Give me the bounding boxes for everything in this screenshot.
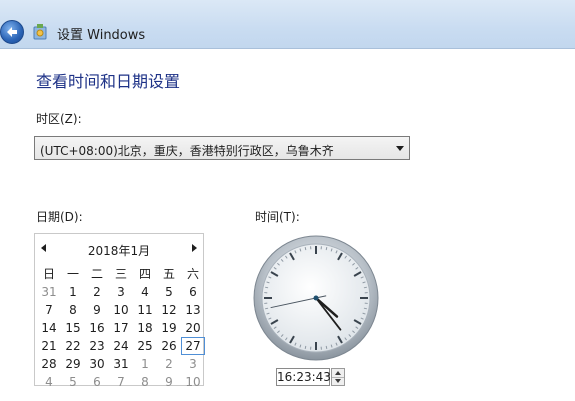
calendar-day[interactable]: 6 [181, 283, 205, 301]
calendar-day[interactable]: 4 [133, 283, 157, 301]
date-label: 日期(D): [36, 210, 83, 224]
calendar-day[interactable]: 15 [61, 319, 85, 337]
calendar-month-title[interactable]: 2018年1月 [35, 242, 203, 259]
clock-minute-tick [265, 307, 269, 310]
calendar-day[interactable]: 5 [61, 373, 85, 391]
calendar: 2018年1月 日一二三四五六 31 1 2 3 4 5 6 7 8 9 10 11 12 13 14 15 16… [34, 233, 205, 389]
clock-minute-tick [363, 286, 367, 289]
setup-icon [33, 24, 47, 40]
calendar-day[interactable]: 10 [181, 373, 205, 391]
calendar-day[interactable]: 5 [157, 283, 181, 301]
calendar-header: 2018年1月 [35, 234, 203, 260]
calendar-day[interactable]: 9 [85, 301, 109, 319]
calendar-day[interactable]: 14 [37, 319, 61, 337]
calendar-day[interactable]: 2 [85, 283, 109, 301]
clock-minute-tick [363, 307, 367, 310]
spin-up-icon[interactable] [335, 371, 341, 375]
calendar-day[interactable]: 12 [157, 301, 181, 319]
spinner-divider [332, 377, 344, 378]
weekday-header: 三 [114, 267, 127, 281]
calendar-day[interactable]: 30 [85, 355, 109, 373]
calendar-day[interactable]: 24 [109, 337, 133, 355]
timezone-label: 时区(Z): [36, 112, 82, 126]
clock-minute-tick [304, 247, 307, 251]
window-title: 设置 Windows [57, 28, 146, 43]
calendar-day[interactable]: 1 [61, 283, 85, 301]
calendar-day[interactable]: 10 [109, 301, 133, 319]
clock-minute-tick [325, 247, 328, 251]
calendar-day[interactable]: 2 [157, 355, 181, 373]
calendar-day[interactable]: 22 [61, 337, 85, 355]
calendar-day-selected[interactable]: 27 [181, 337, 205, 355]
calendar-day[interactable]: 31 [109, 355, 133, 373]
calendar-day[interactable]: 6 [85, 373, 109, 391]
clock-center [313, 295, 319, 301]
weekday-header: 六 [186, 267, 199, 281]
calendar-day[interactable]: 8 [133, 373, 157, 391]
calendar-day[interactable]: 25 [133, 337, 157, 355]
timezone-select[interactable]: (UTC+08:00)北京，重庆，香港特别行政区，乌鲁木齐 [34, 136, 410, 160]
back-arrow-icon [7, 27, 17, 37]
calendar-day[interactable]: 7 [37, 301, 61, 319]
calendar-day[interactable]: 3 [181, 355, 205, 373]
calendar-day[interactable]: 19 [157, 319, 181, 337]
calendar-day[interactable]: 31 [37, 283, 61, 301]
time-input[interactable]: 16:23:43 [276, 368, 331, 386]
calendar-day[interactable]: 23 [85, 337, 109, 355]
weekday-header: 五 [162, 267, 175, 281]
analog-clock [253, 235, 379, 361]
calendar-day[interactable]: 4 [37, 373, 61, 391]
weekday-header: 一 [66, 267, 79, 281]
calendar-day[interactable]: 17 [109, 319, 133, 337]
weekday-header: 四 [138, 267, 151, 281]
chevron-down-icon [396, 146, 404, 151]
calendar-day[interactable]: 3 [109, 283, 133, 301]
spin-down-icon[interactable] [335, 379, 341, 383]
clock-minute-tick [304, 345, 307, 349]
calendar-day[interactable]: 1 [133, 355, 157, 373]
next-month-icon[interactable] [192, 244, 197, 252]
calendar-day[interactable]: 11 [133, 301, 157, 319]
calendar-day[interactable]: 20 [181, 319, 205, 337]
calendar-day[interactable]: 18 [133, 319, 157, 337]
page-title: 查看时间和日期设置 [36, 72, 181, 91]
calendar-day[interactable]: 7 [109, 373, 133, 391]
calendar-day[interactable]: 16 [85, 319, 109, 337]
time-spinner[interactable] [331, 368, 345, 386]
calendar-day[interactable]: 26 [157, 337, 181, 355]
calendar-day[interactable]: 21 [37, 337, 61, 355]
calendar-grid: 日一二三四五六 31 1 2 3 4 5 6 7 8 9 10 11 12 13 14 15 16 17 18 19 20… [37, 265, 205, 391]
clock-minute-tick [265, 286, 269, 289]
calendar-day[interactable]: 9 [157, 373, 181, 391]
timezone-selected-value: (UTC+08:00)北京，重庆，香港特别行政区，乌鲁木齐 [40, 144, 334, 158]
weekday-header: 日 [42, 267, 55, 281]
calendar-day[interactable]: 13 [181, 301, 205, 319]
calendar-day[interactable]: 8 [61, 301, 85, 319]
back-button[interactable] [0, 20, 24, 44]
calendar-day[interactable]: 28 [37, 355, 61, 373]
title-bar: 设置 Windows [0, 0, 575, 49]
time-label: 时间(T): [255, 210, 300, 224]
weekday-header: 二 [90, 267, 103, 281]
clock-minute-tick [325, 345, 328, 349]
calendar-day[interactable]: 29 [61, 355, 85, 373]
